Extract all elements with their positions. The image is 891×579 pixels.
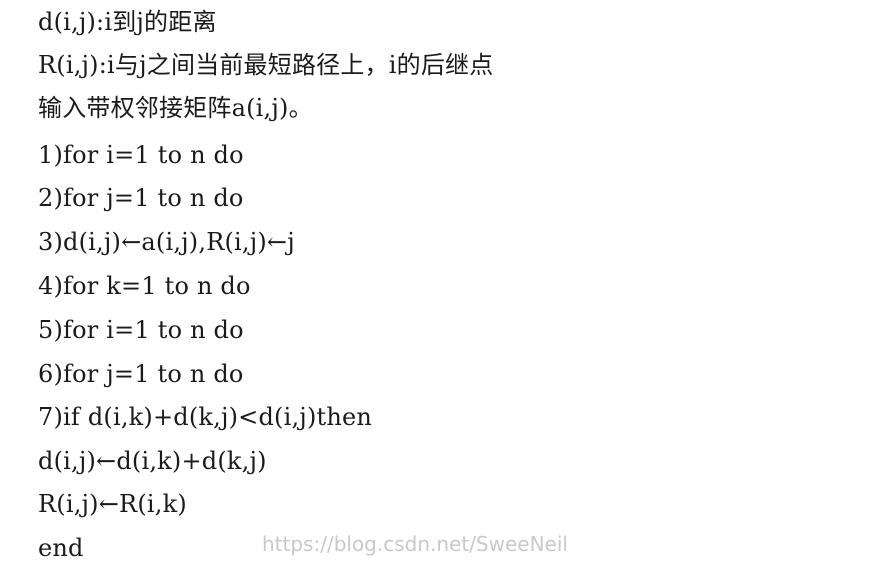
input-statement: 输入带权邻接矩阵a(i,j)。 <box>38 94 313 122</box>
definition-successor: R(i,j):i与j之间当前最短路径上，i的后继点 <box>38 51 494 79</box>
definition-distance: d(i,j):i到j的距离 <box>38 8 217 36</box>
code-line-3: 3)d(i,j)←a(i,j),R(i,j)←j <box>38 228 295 256</box>
code-line-6: 6)for j=1 to n do <box>38 360 244 388</box>
code-line-end: end <box>38 534 84 562</box>
code-line-update-r: R(i,j)←R(i,k) <box>38 490 187 518</box>
algorithm-document: d(i,j):i到j的距离 R(i,j):i与j之间当前最短路径上，i的后继点 … <box>38 0 878 579</box>
code-line-4: 4)for k=1 to n do <box>38 272 251 300</box>
code-line-2: 2)for j=1 to n do <box>38 184 244 212</box>
code-line-5: 5)for i=1 to n do <box>38 316 244 344</box>
code-line-update-d: d(i,j)←d(i,k)+d(k,j) <box>38 447 267 475</box>
code-line-7: 7)if d(i,k)+d(k,j)<d(i,j)then <box>38 403 373 431</box>
watermark-url: https://blog.csdn.net/SweeNeil <box>262 532 568 556</box>
code-line-1: 1)for i=1 to n do <box>38 141 244 169</box>
